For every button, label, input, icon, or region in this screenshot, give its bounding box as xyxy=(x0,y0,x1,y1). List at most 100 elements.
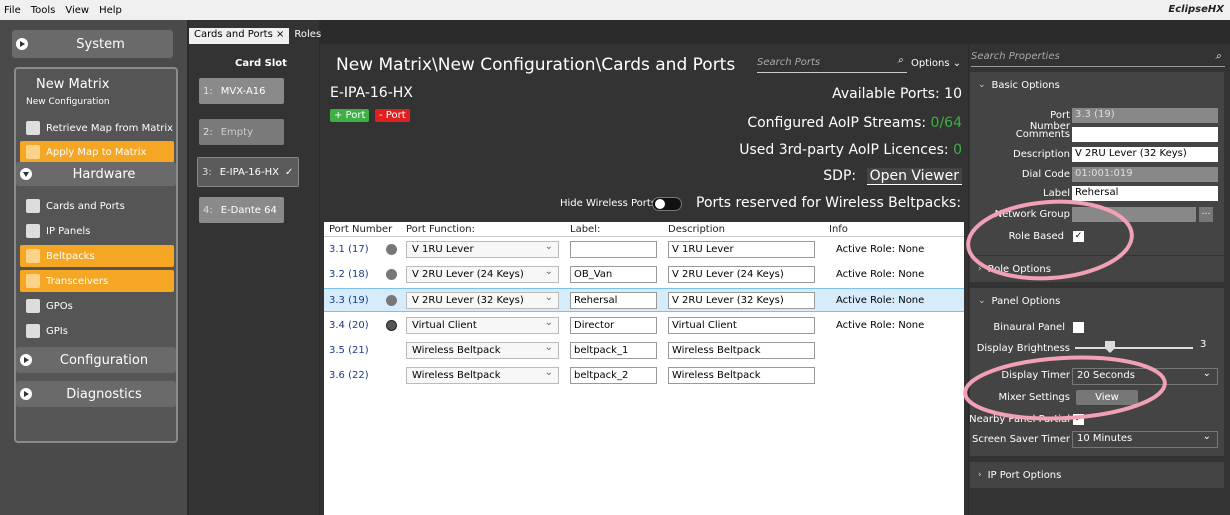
hardware-header[interactable]: Hardware xyxy=(16,162,176,186)
port-number: 3.4 (20) xyxy=(329,320,369,331)
chevron-down-icon: ⌄ xyxy=(952,58,962,69)
menu-view[interactable]: View xyxy=(65,5,89,16)
menu-help[interactable]: Help xyxy=(99,5,122,16)
binaural-panel-checkbox[interactable] xyxy=(1073,322,1084,333)
nav-beltpacks-label: Beltpacks xyxy=(46,250,95,262)
col-port-function: Port Function: xyxy=(406,224,475,235)
tab-bar: Cards and Ports × Roles xyxy=(189,28,969,44)
system-header[interactable]: System xyxy=(12,30,173,58)
binaural-panel-label: Binaural Panel xyxy=(993,322,1065,333)
tab-cards-and-ports[interactable]: Cards and Ports × xyxy=(189,28,290,44)
nav-ip-panels[interactable]: IP Panels xyxy=(20,220,174,242)
port-number: 3.3 (19) xyxy=(329,295,369,306)
apply-map-button[interactable]: Apply Map to Matrix xyxy=(20,141,174,163)
slot-name: MVX-A16 xyxy=(220,85,266,97)
apply-map-label: Apply Map to Matrix xyxy=(46,146,147,158)
port-number: 3.2 (18) xyxy=(329,269,369,280)
table-row[interactable]: 3.4 (20) Virtual Client Director Virtual… xyxy=(324,314,964,338)
table-row[interactable]: 3.5 (21) Wireless Beltpack beltpack_1 Wi… xyxy=(324,339,964,363)
panel-options-header[interactable]: ⌄ Panel Options xyxy=(970,288,1224,314)
description-input[interactable]: V 2RU Lever (24 Keys) xyxy=(668,266,815,283)
label-input[interactable]: OB_Van xyxy=(570,266,657,283)
browse-icon[interactable]: … xyxy=(1199,207,1213,222)
cards-icon xyxy=(26,199,40,213)
label-input[interactable]: Rehersal xyxy=(570,292,657,309)
port-function-select[interactable]: Wireless Beltpack xyxy=(406,367,559,384)
menu-tools[interactable]: Tools xyxy=(31,5,56,16)
label-input[interactable]: Director xyxy=(570,317,657,334)
nav-beltpacks[interactable]: Beltpacks xyxy=(20,245,174,267)
aoip-licences-label: Used 3rd-party AoIP Licences: xyxy=(739,142,949,158)
options-button[interactable]: Options ⌄ xyxy=(911,58,961,69)
label-input[interactable]: beltpack_2 xyxy=(570,367,657,384)
aoip-licences: Used 3rd-party AoIP Licences: 0 xyxy=(739,142,962,158)
screen-saver-timer-select[interactable]: 10 Minutes xyxy=(1072,431,1218,448)
port-number-field: 3.3 (19) xyxy=(1072,108,1218,123)
search-icon: ⌕ xyxy=(1215,51,1221,62)
port-function-select[interactable]: V 2RU Lever (32 Keys) xyxy=(406,292,559,309)
menu-bar: File Tools View Help EclipseHX xyxy=(0,0,1230,20)
port-number: 3.6 (22) xyxy=(329,370,369,381)
search-properties-input[interactable]: Search Properties ⌕ xyxy=(971,51,1225,67)
info-text: Active Role: None xyxy=(836,295,925,306)
comments-label: Comments xyxy=(1015,129,1070,140)
info-text: Active Role: None xyxy=(836,320,925,331)
status-dot-icon xyxy=(386,295,397,306)
label-input[interactable] xyxy=(570,241,657,258)
description-input[interactable]: V 2RU Lever (32 Keys) xyxy=(668,292,815,309)
checkmark-icon: ✓ xyxy=(284,166,294,178)
gpi-icon xyxy=(26,324,40,338)
nav-gpis-label: GPIs xyxy=(46,325,68,337)
hardware-label: Hardware xyxy=(72,166,136,182)
port-function-select[interactable]: V 2RU Lever (24 Keys) xyxy=(406,266,559,283)
comments-field[interactable] xyxy=(1072,127,1218,142)
label-input[interactable]: beltpack_1 xyxy=(570,342,657,359)
port-function-select[interactable]: Virtual Client xyxy=(406,317,559,334)
slot-4[interactable]: 4: E-Dante 64 xyxy=(199,197,284,223)
gpo-icon xyxy=(26,299,40,313)
brightness-slider[interactable] xyxy=(1075,341,1193,353)
description-field[interactable]: V 2RU Lever (32 Keys) xyxy=(1072,147,1218,162)
port-function-select[interactable]: Wireless Beltpack xyxy=(406,342,559,359)
table-row[interactable]: 3.2 (18) V 2RU Lever (24 Keys) OB_Van V … xyxy=(324,263,964,287)
nav-cards-and-ports[interactable]: Cards and Ports xyxy=(20,195,174,217)
diagnostics-header[interactable]: Diagnostics xyxy=(16,381,176,407)
table-row-selected[interactable]: 3.3 (19) V 2RU Lever (32 Keys) Rehersal … xyxy=(324,288,964,312)
search-ports-input[interactable]: Search Ports ⌕ xyxy=(757,55,907,73)
retrieve-map-button[interactable]: Retrieve Map from Matrix xyxy=(20,117,174,139)
hide-wireless-toggle[interactable] xyxy=(652,197,682,211)
nav-cards-and-ports-label: Cards and Ports xyxy=(46,200,125,212)
dial-code-field: 01:001:019 xyxy=(1072,167,1218,182)
description-input[interactable]: Wireless Beltpack xyxy=(668,342,815,359)
nav-transceivers[interactable]: Transceivers xyxy=(20,270,174,292)
description-input[interactable]: V 1RU Lever xyxy=(668,241,815,258)
system-label: System xyxy=(76,36,125,52)
slot-1[interactable]: 1: MVX-A16 xyxy=(199,78,284,104)
menu-file[interactable]: File xyxy=(4,5,21,16)
slot-number: 2: xyxy=(203,126,213,138)
remove-port-button[interactable]: - Port xyxy=(375,109,410,122)
nav-gpis[interactable]: GPIs xyxy=(20,320,174,342)
add-port-button[interactable]: + Port xyxy=(330,109,370,122)
slot-name: Empty xyxy=(220,126,253,138)
description-input[interactable]: Virtual Client xyxy=(668,317,815,334)
col-description: Description xyxy=(668,224,725,235)
tab-roles[interactable]: Roles xyxy=(289,28,326,44)
slot-3[interactable]: 3: E-IPA-16-HX ✓ xyxy=(197,157,299,187)
available-ports-label: Available Ports: xyxy=(832,86,940,102)
table-row[interactable]: 3.1 (17) V 1RU Lever V 1RU Lever Active … xyxy=(324,238,964,262)
basic-options-header[interactable]: ⌄ Basic Options xyxy=(970,72,1224,98)
description-input[interactable]: Wireless Beltpack xyxy=(668,367,815,384)
configuration-header[interactable]: Configuration xyxy=(16,347,176,373)
port-function-select[interactable]: V 1RU Lever xyxy=(406,241,559,258)
nav-ip-panels-label: IP Panels xyxy=(46,225,91,237)
matrix-title: New Matrix xyxy=(36,77,110,92)
table-row[interactable]: 3.6 (22) Wireless Beltpack beltpack_2 Wi… xyxy=(324,364,964,388)
nav-gpos[interactable]: GPOs xyxy=(20,295,174,317)
ip-port-options-header[interactable]: › IP Port Options xyxy=(970,462,1224,488)
panel-options-label: Panel Options xyxy=(991,295,1061,307)
slot-2[interactable]: 2: Empty xyxy=(199,119,284,145)
open-viewer-button[interactable]: Open Viewer xyxy=(866,168,962,185)
close-icon[interactable]: × xyxy=(276,29,284,40)
brand-logo: EclipseHX xyxy=(1168,4,1224,15)
